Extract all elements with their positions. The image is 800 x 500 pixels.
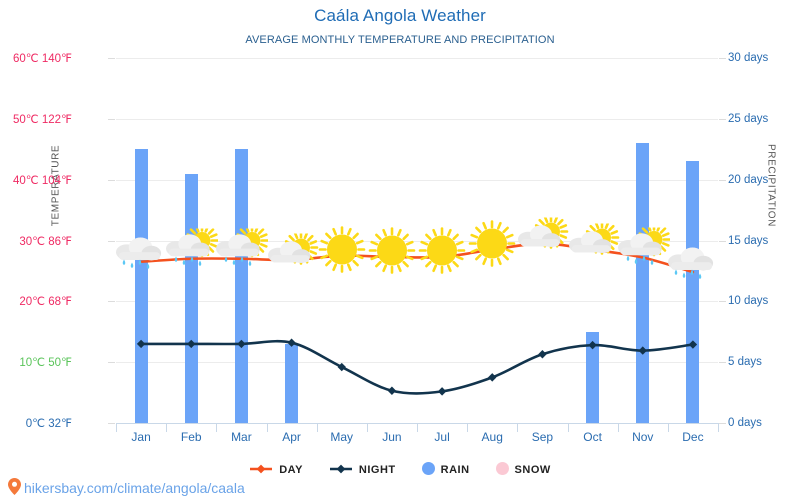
month-label-aug[interactable]: Aug [467, 430, 517, 444]
right-tick-mark [719, 301, 726, 303]
sun-icon [366, 224, 418, 281]
month-label-jun[interactable]: Jun [367, 430, 417, 444]
night-data-point [538, 350, 547, 359]
month-separator [718, 423, 719, 432]
night-data-point [287, 338, 296, 347]
legend-item-day[interactable]: DAY [249, 463, 303, 478]
sun-behind-cloud-icon [515, 213, 569, 262]
night-data-point [237, 339, 246, 349]
left-tick-label: 10℃ 50℉ [19, 357, 72, 370]
page-title: Caála Angola Weather [314, 6, 486, 25]
sun-behind-cloud-icon [265, 230, 319, 278]
right-tick-label: 0 days [728, 417, 762, 429]
legend-label: SNOW [514, 464, 551, 476]
month-label-apr[interactable]: Apr [267, 430, 317, 444]
chart-legend: DAY NIGHT RAIN SNOW [0, 462, 800, 478]
night-data-point [187, 339, 196, 349]
night-data-point [136, 339, 146, 349]
right-tick-mark [719, 240, 726, 242]
weather-chart: Caála Angola Weather AVERAGE MONTHLY TEM… [0, 0, 800, 500]
left-tick-mark [108, 118, 115, 120]
page-subtitle: AVERAGE MONTHLY TEMPERATURE AND PRECIPIT… [245, 34, 555, 46]
right-tick-mark [719, 179, 726, 181]
night-data-point [488, 373, 497, 382]
night-data-point [688, 340, 698, 349]
snow-swatch-icon [495, 462, 509, 478]
right-tick-label: 5 days [728, 356, 762, 369]
rain-cloud-icon [114, 231, 168, 284]
legend-item-snow[interactable]: SNOW [495, 462, 551, 478]
month-label-mar[interactable]: Mar [216, 430, 266, 444]
right-tick-label: 25 days [728, 112, 769, 125]
month-label-sep[interactable]: Sep [517, 430, 567, 444]
night-data-point [588, 340, 597, 350]
night-data-point [337, 362, 346, 372]
right-tick-label: 15 days [728, 234, 769, 247]
left-tick-label: 50℃ 122℉ [12, 113, 72, 126]
left-tick-label: 40℃ 104℉ [12, 174, 72, 187]
right-tick-mark [719, 362, 726, 364]
sun-icon [466, 217, 518, 274]
left-tick-label: 60℃ 140℉ [12, 53, 72, 65]
month-label-oct[interactable]: Oct [568, 430, 618, 444]
right-tick-mark [719, 118, 726, 120]
left-tick-mark [108, 58, 115, 59]
month-label-jul[interactable]: Jul [417, 430, 467, 444]
night-data-point [387, 386, 397, 395]
legend-label: NIGHT [358, 464, 396, 476]
left-tick-mark [108, 423, 115, 424]
legend-item-night[interactable]: NIGHT [329, 463, 396, 478]
night-data-point [437, 387, 447, 396]
left-tick-mark [108, 179, 115, 181]
legend-label: DAY [279, 464, 303, 476]
sun-behind-rain-cloud-icon [214, 223, 270, 281]
sun-behind-rain-cloud-icon [164, 223, 220, 281]
left-tick-mark [108, 301, 115, 303]
sun-behind-cloud-icon [566, 219, 620, 268]
right-tick-label: 10 days [728, 295, 769, 308]
sun-behind-rain-cloud-icon [616, 222, 671, 280]
sun-icon [416, 224, 468, 281]
left-tick-label: 20℃ 68℉ [19, 296, 72, 309]
night-line [139, 339, 695, 395]
right-tick-label: 30 days [728, 52, 769, 64]
month-label-may[interactable]: May [317, 430, 367, 444]
legend-item-rain[interactable]: RAIN [421, 462, 470, 478]
night-swatch-icon [329, 463, 353, 478]
month-label-dec[interactable]: Dec [668, 430, 718, 444]
legend-label: RAIN [440, 464, 470, 476]
month-label-jan[interactable]: Jan [116, 430, 166, 444]
source-url-text: hikersbay.com/climate/angola/caala [24, 480, 245, 496]
day-swatch-icon [249, 463, 273, 478]
source-link[interactable]: hikersbay.com/climate/angola/caala [8, 478, 245, 498]
location-pin-icon [8, 478, 21, 498]
left-tick-mark [108, 362, 115, 364]
right-tick-mark [719, 423, 726, 424]
right-tick-label: 20 days [728, 173, 769, 186]
sun-icon [316, 223, 368, 280]
rain-swatch-icon [421, 462, 435, 478]
left-tick-label: 0℃ 32℉ [25, 418, 72, 430]
rain-cloud-icon [666, 242, 720, 295]
month-label-nov[interactable]: Nov [618, 430, 668, 444]
right-tick-mark [719, 58, 726, 59]
night-data-point [638, 346, 647, 355]
left-tick-label: 30℃ 86℉ [19, 235, 72, 248]
month-label-feb[interactable]: Feb [166, 430, 216, 444]
